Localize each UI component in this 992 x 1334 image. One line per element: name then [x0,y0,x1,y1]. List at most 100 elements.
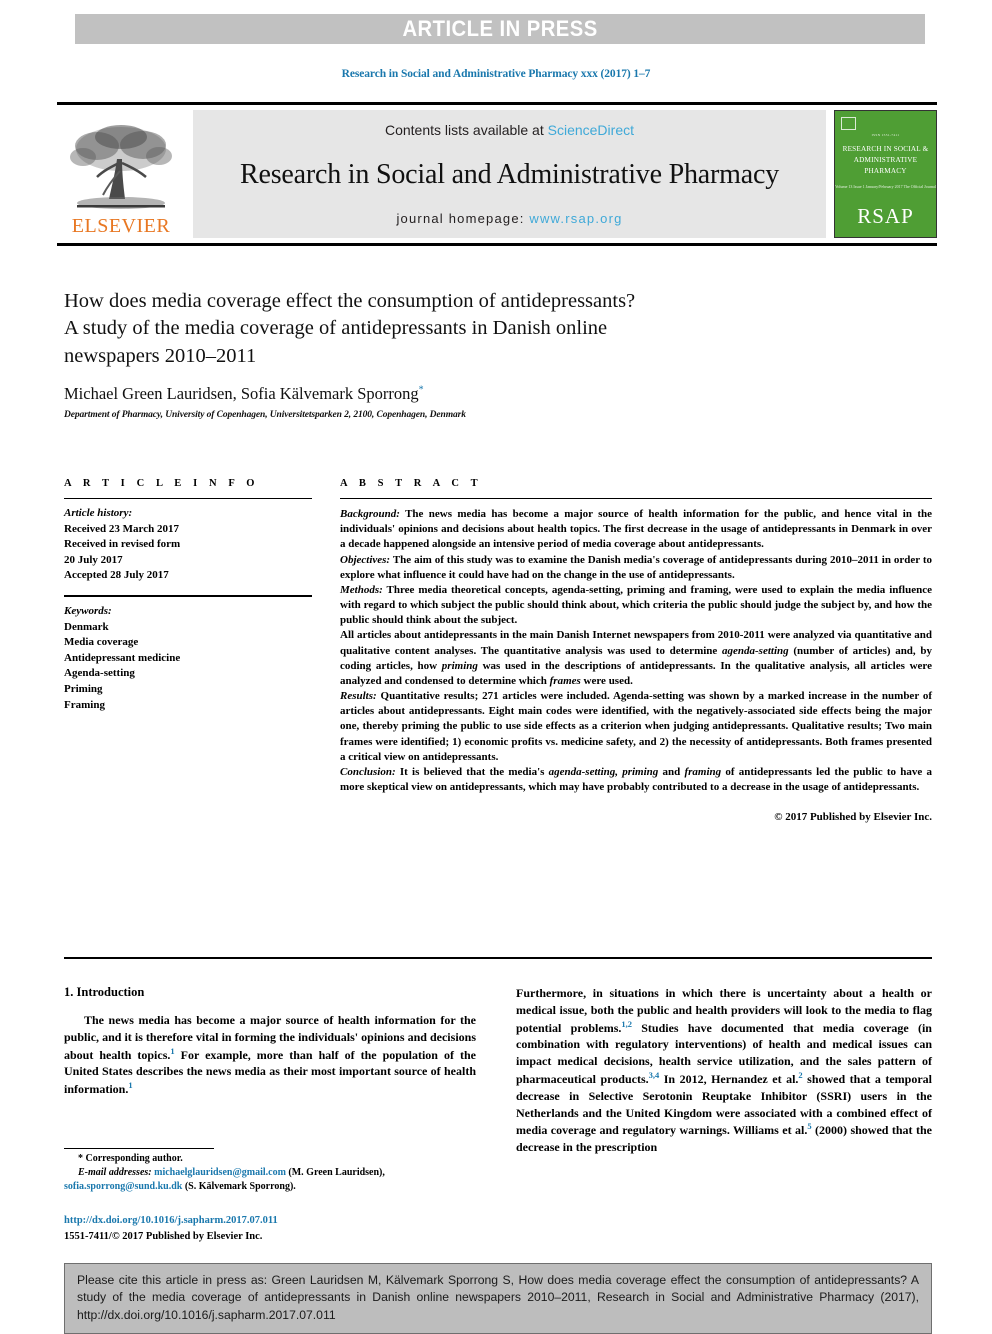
email-link-1[interactable]: michaelglauridsen@gmail.com [154,1167,286,1178]
keyword-item: Media coverage [64,636,139,649]
cover-issue-text: Volume 13 Issue 1 January/February 2017 … [835,184,936,190]
article-history-item: 20 July 2017 [64,553,123,566]
title-line-3: newspapers 2010–2011 [64,344,257,367]
article-info-heading: A R T I C L E I N F O [64,478,260,489]
title-block: How does media coverage effect the consu… [64,288,930,420]
article-history-item: Accepted 28 July 2017 [64,569,169,582]
title-line-1: How does media coverage effect the consu… [64,290,636,312]
journal-homepage-link[interactable]: www.rsap.org [529,211,622,226]
keywords-label: Keywords: [64,605,112,618]
corresponding-author-note: * Corresponding author. [64,1152,484,1166]
author-affiliation: Department of Pharmacy, University of Co… [64,409,466,420]
contents-available-line: Contents lists available at ScienceDirec… [385,122,634,138]
abstract-methods-label: Methods: [340,583,383,596]
email-owner-2: (S. Kälvemark Sporrong). [182,1181,296,1193]
abstract-methods-paragraph-1: Methods: Three media theoretical concept… [340,583,932,629]
footnotes-block: * Corresponding author. E-mail addresses… [64,1152,484,1195]
keyword-item: Antidepressant medicine [64,651,181,664]
corresponding-author-marker[interactable]: * [419,384,424,395]
citation-ref[interactable]: 3,4 [649,1070,660,1080]
corresponding-author-text: Corresponding author. [83,1153,183,1164]
running-head-citation: Research in Social and Administrative Ph… [341,68,651,80]
body-column-left: 1. Introduction The news media has becom… [64,985,476,1098]
abstract-conclusion-label: Conclusion: [340,765,396,778]
journal-title: Research in Social and Administrative Ph… [240,158,779,190]
article-in-press-banner: ARTICLE IN PRESS [75,14,925,44]
cite-this-article-text: Please cite this article in press as: Gr… [77,1273,919,1322]
abstract-objectives-text: The aim of this study was to examine the… [340,553,932,581]
page-title: How does media coverage effect the consu… [64,288,930,370]
cover-journal-name: RESEARCH IN SOCIAL & ADMINISTRATIVE PHAR… [842,145,929,175]
keywords-block: Keywords: Denmark Media coverage Antidep… [64,604,312,713]
abstract-conclusion-text-b: and [658,765,685,778]
abstract-objectives-label: Objectives: [340,553,391,566]
journal-cover-thumbnail: ISSN 1551-7411 RESEARCH IN SOCIAL & ADMI… [834,110,937,238]
abstract-term-agenda-setting: agenda-setting [722,644,789,657]
introduction-paragraph: The news media has become a major source… [64,1012,476,1098]
email-owner-1: (M. Green Lauridsen), [285,1167,385,1179]
body-column-right: Furthermore, in situations in which ther… [516,985,932,1156]
abstract-term-frames: frames [549,674,581,687]
keyword-item: Agenda-setting [64,667,135,680]
abstract-background-label: Background: [340,508,400,520]
journal-homepage-line: journal homepage: www.rsap.org [396,211,622,226]
contents-prefix: Contents lists available at [384,122,548,138]
cover-acronym: RSAP [857,204,914,228]
homepage-prefix: journal homepage: [396,211,530,226]
abstract-background-text: The news media has become a major source… [340,508,932,551]
article-history-item: Received 23 March 2017 [64,522,179,535]
footnote-separator-rule [64,1148,214,1149]
cover-issn-text: ISSN 1551-7411 [871,133,900,137]
email-addresses-label: E-mail addresses: [78,1167,152,1179]
sciencedirect-link[interactable]: ScienceDirect [548,122,634,138]
masthead-top-rule [57,102,937,105]
abstract-methods-paragraph-2: All articles about antidepressants in th… [340,628,932,689]
article-in-press-label: ARTICLE IN PRESS [402,16,598,41]
keyword-item: Denmark [64,620,109,633]
elsevier-logo: ELSEVIER [57,110,185,238]
abstract-results-text: Quantitative results; 271 articles were … [340,690,932,763]
article-history-block: Article history: Received 23 March 2017 … [64,506,312,584]
keyword-item: Framing [64,698,105,711]
abstract-conclusion-text-a: It is believed that the media's [395,765,549,778]
title-line-2: A study of the media coverage of antidep… [64,317,608,340]
author-names: Michael Green Lauridsen, Sofia Kälvemark… [64,383,419,403]
article-info-column: A R T I C L E I N F O Article history: R… [64,478,312,713]
introduction-continued-paragraph: Furthermore, in situations in which ther… [516,985,932,1156]
issn-copyright-line: 1551-7411/© 2017 Published by Elsevier I… [64,1230,263,1242]
email-addresses-note: E-mail addresses: michaelglauridsen@gmai… [64,1166,484,1194]
doi-block: http://dx.doi.org/10.1016/j.sapharm.2017… [64,1213,484,1245]
abstract-objectives-paragraph: Objectives: The aim of this study was to… [340,553,932,583]
doi-link[interactable]: http://dx.doi.org/10.1016/j.sapharm.2017… [64,1213,484,1229]
abstract-body: Background: The news media has become a … [340,507,932,795]
author-list: Michael Green Lauridsen, Sofia Kälvemark… [64,384,930,404]
abstract-top-rule [340,498,932,499]
keyword-item: Priming [64,683,103,696]
abstract-methods-text-1: Three media theoretical concepts, agenda… [340,583,932,627]
abstract-conclusion-paragraph: Conclusion: It is believed that the medi… [340,765,932,795]
abstract-term-agenda-priming: agenda-setting, priming [548,765,659,778]
abstract-term-priming: priming [441,659,478,672]
abstract-results-label: Results: [340,690,377,703]
citation-ref[interactable]: 1 [128,1080,132,1090]
abstract-results-paragraph: Results: Quantitative results; 271 artic… [340,689,932,765]
introduction-heading: 1. Introduction [64,985,145,999]
journal-masthead: ELSEVIER Contents lists available at Sci… [57,102,937,238]
right-text-c: In 2012, Hernandez et al. [659,1071,799,1086]
abstract-term-framing: framing [684,765,722,778]
elsevier-wordmark: ELSEVIER [71,215,171,237]
masthead-bottom-rule [57,243,937,246]
abstract-methods-text-2d: were used. [580,674,633,687]
article-history-label: Article history: [64,507,133,519]
article-history-item: Received in revised form [64,538,181,551]
abstract-heading: A B S T R A C T [340,478,483,489]
cover-badge-icon [841,117,856,130]
abstract-background-paragraph: Background: The news media has become a … [340,507,932,553]
article-info-top-rule [64,498,312,499]
citation-ref[interactable]: 1,2 [621,1019,632,1029]
abstract-copyright: © 2017 Published by Elsevier Inc. [774,811,932,824]
abstract-column: A B S T R A C T Background: The news med… [340,478,932,823]
article-info-mid-rule [64,595,312,598]
elsevier-tree-icon [70,125,172,209]
email-link-2[interactable]: sofia.sporrong@sund.ku.dk [64,1181,182,1192]
